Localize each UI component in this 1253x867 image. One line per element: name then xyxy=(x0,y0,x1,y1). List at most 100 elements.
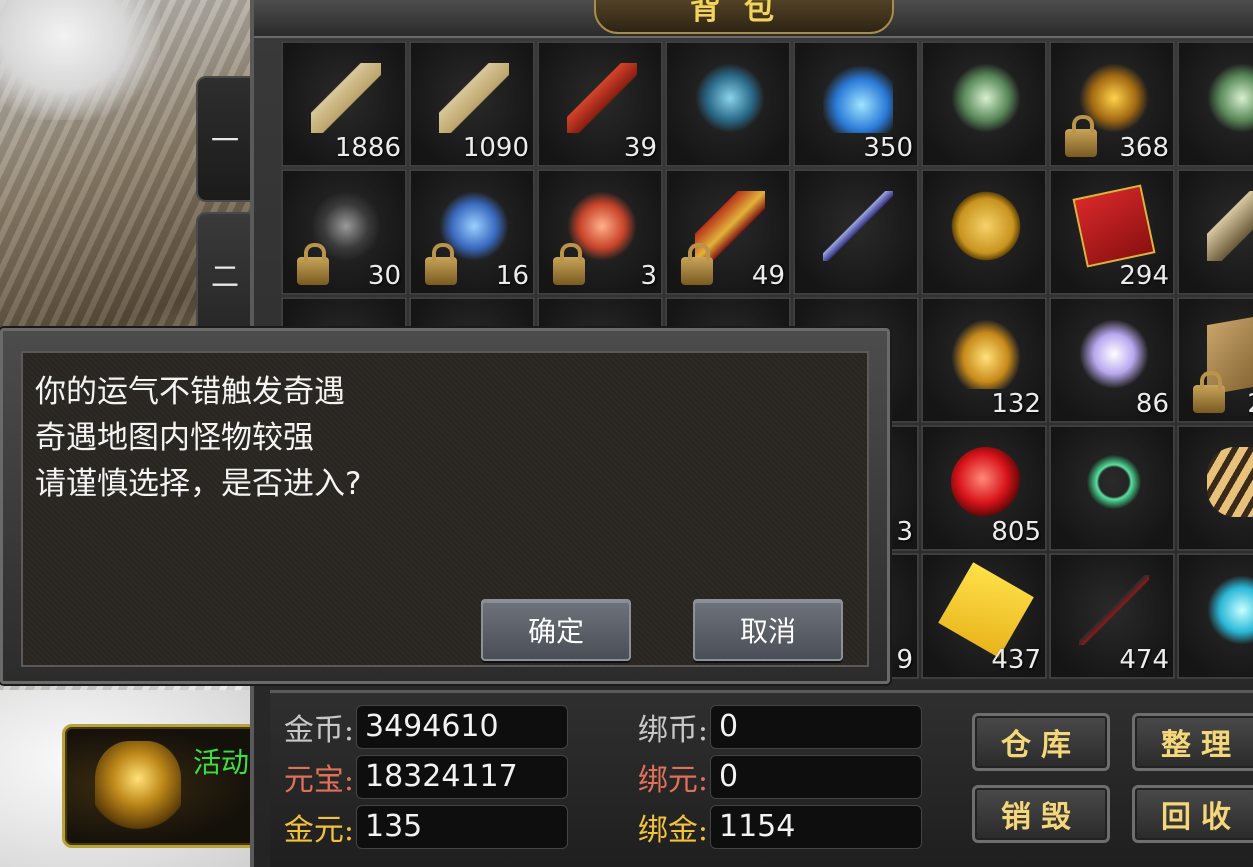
crystal-cluster-icon xyxy=(951,63,1021,133)
red-scroll-icon xyxy=(567,63,637,133)
activity-button[interactable]: 活动 xyxy=(62,724,262,848)
confirm-button[interactable]: 确定 xyxy=(481,599,631,661)
frame-icon xyxy=(1207,191,1253,261)
bound-gold-value: 1154 xyxy=(710,805,922,849)
dialog-line-3: 请谨慎选择，是否进入? xyxy=(35,466,362,502)
bag-title-plate: 背包 xyxy=(594,0,894,34)
bag-slot[interactable]: 39 xyxy=(537,41,663,167)
cyan-crystal-icon xyxy=(1207,575,1253,645)
item-quantity: 294 xyxy=(1119,261,1169,291)
bag-slot[interactable]: 805 xyxy=(921,425,1047,551)
bag-slot[interactable] xyxy=(1177,169,1253,295)
lock-icon xyxy=(681,243,713,285)
dialog-message: 你的运气不错触发奇遇 奇遇地图内怪物较强 请谨慎选择，是否进入? xyxy=(35,369,361,507)
gold-coin-value: 3494610 xyxy=(356,705,568,749)
red-envelope-icon xyxy=(1072,184,1156,268)
item-quantity: 805 xyxy=(991,517,1041,547)
bag-slot[interactable] xyxy=(665,41,791,167)
item-quantity: 39 xyxy=(623,133,657,163)
destroy-button[interactable]: 销毁 xyxy=(972,785,1110,843)
spirit-orb-icon xyxy=(1079,319,1149,389)
encounter-dialog: 你的运气不错触发奇遇 奇遇地图内怪物较强 请谨慎选择，是否进入? 确定 取消 xyxy=(0,328,890,684)
bag-slot[interactable] xyxy=(921,41,1047,167)
item-quantity: 474 xyxy=(1119,645,1169,675)
bound-coin-value: 0 xyxy=(710,705,922,749)
red-orb-icon xyxy=(951,447,1021,517)
bound-yuan-value: 0 xyxy=(710,755,922,799)
bag-slot[interactable] xyxy=(1177,41,1253,167)
item-quantity: 3 xyxy=(896,517,913,547)
bag-slot[interactable]: 350 xyxy=(793,41,919,167)
lock-icon xyxy=(1065,115,1097,157)
sword-icon xyxy=(823,191,893,261)
bag-slot[interactable]: 368 xyxy=(1049,41,1175,167)
dragon-crest-icon xyxy=(95,741,181,835)
brush-icon xyxy=(1079,575,1149,645)
item-quantity: 350 xyxy=(863,133,913,163)
bound-gold-label: 绑金: xyxy=(637,813,708,848)
warehouse-button[interactable]: 仓库 xyxy=(972,713,1110,771)
bag-slot[interactable]: 437 xyxy=(921,553,1047,679)
snow-patch xyxy=(0,0,160,120)
bag-slot[interactable] xyxy=(1049,425,1175,551)
bag-slot[interactable]: 49 xyxy=(665,169,791,295)
item-quantity: 1886 xyxy=(334,133,401,163)
yuanbao-label: 元宝: xyxy=(283,763,354,798)
bag-tab-two[interactable]: 二 xyxy=(196,212,252,338)
bag-tab-one[interactable]: 一 xyxy=(196,76,252,202)
bag-slot[interactable]: 474 xyxy=(1049,553,1175,679)
item-quantity: 9 xyxy=(896,645,913,675)
talisman-icon xyxy=(938,562,1034,658)
lock-icon xyxy=(553,243,585,285)
bound-coin-label: 绑币: xyxy=(637,713,708,748)
jade-ring-icon xyxy=(1079,447,1149,517)
bag-title: 背包 xyxy=(690,0,798,27)
bag-slot[interactable] xyxy=(921,169,1047,295)
bag-tab-one-label: 一 xyxy=(210,124,239,157)
lock-icon xyxy=(297,243,329,285)
bag-slot[interactable]: 36 xyxy=(1177,553,1253,679)
item-quantity: 30 xyxy=(367,261,401,291)
bag-slot[interactable] xyxy=(793,169,919,295)
bag-slot[interactable]: 86 xyxy=(1049,297,1175,423)
cancel-button[interactable]: 取消 xyxy=(693,599,843,661)
heart-coin-icon xyxy=(951,191,1021,261)
bag-slot[interactable]: 294 xyxy=(1049,169,1175,295)
gold-coin-row: 金币: 3494610 xyxy=(270,705,568,749)
green-scroll-icon xyxy=(311,63,381,133)
lock-icon xyxy=(425,243,457,285)
item-quantity: 3 xyxy=(640,261,657,291)
blue-scroll-icon xyxy=(439,63,509,133)
bag-slot[interactable]: 1090 xyxy=(409,41,535,167)
item-quantity: 49 xyxy=(751,261,785,291)
bag-slot[interactable]: 299 xyxy=(1177,297,1253,423)
tiger-pelt-icon xyxy=(1207,447,1253,517)
bound-yuan-label: 绑元: xyxy=(637,763,708,798)
item-quantity: 86 xyxy=(1135,389,1169,419)
activity-label: 活动 xyxy=(193,746,250,779)
jinyuan-value: 135 xyxy=(356,805,568,849)
sort-button[interactable]: 整理 xyxy=(1132,713,1253,771)
item-quantity: 132 xyxy=(991,389,1041,419)
dialog-line-2: 奇遇地图内怪物较强 xyxy=(35,420,314,456)
jinyuan-label: 金元: xyxy=(283,813,354,848)
bag-slot[interactable]: 30 xyxy=(281,169,407,295)
bag-header: 背包 xyxy=(254,0,1253,38)
dialog-line-1: 你的运气不错触发奇遇 xyxy=(35,374,345,410)
dialog-body: 你的运气不错触发奇遇 奇遇地图内怪物较强 请谨慎选择，是否进入? 确定 取消 xyxy=(21,351,869,667)
gold-coin-label: 金币: xyxy=(283,713,354,748)
bag-slot[interactable]: 1886 xyxy=(281,41,407,167)
bag-slot[interactable]: 16 xyxy=(409,169,535,295)
yuanbao-value: 18324117 xyxy=(356,755,568,799)
item-quantity: 16 xyxy=(495,261,529,291)
bag-slot[interactable]: 3 xyxy=(537,169,663,295)
crystal-cluster-icon xyxy=(1207,63,1253,133)
jinyuan-row: 金元: 135 xyxy=(270,805,568,849)
bag-slot[interactable]: 63 xyxy=(1177,425,1253,551)
item-quantity: 368 xyxy=(1119,133,1169,163)
bound-gold-row: 绑金: 1154 xyxy=(624,805,922,849)
bound-yuan-row: 绑元: 0 xyxy=(624,755,922,799)
recycle-button[interactable]: 回收 xyxy=(1132,785,1253,843)
bag-tab-two-label: 二 xyxy=(210,260,239,293)
bag-slot[interactable]: 132 xyxy=(921,297,1047,423)
